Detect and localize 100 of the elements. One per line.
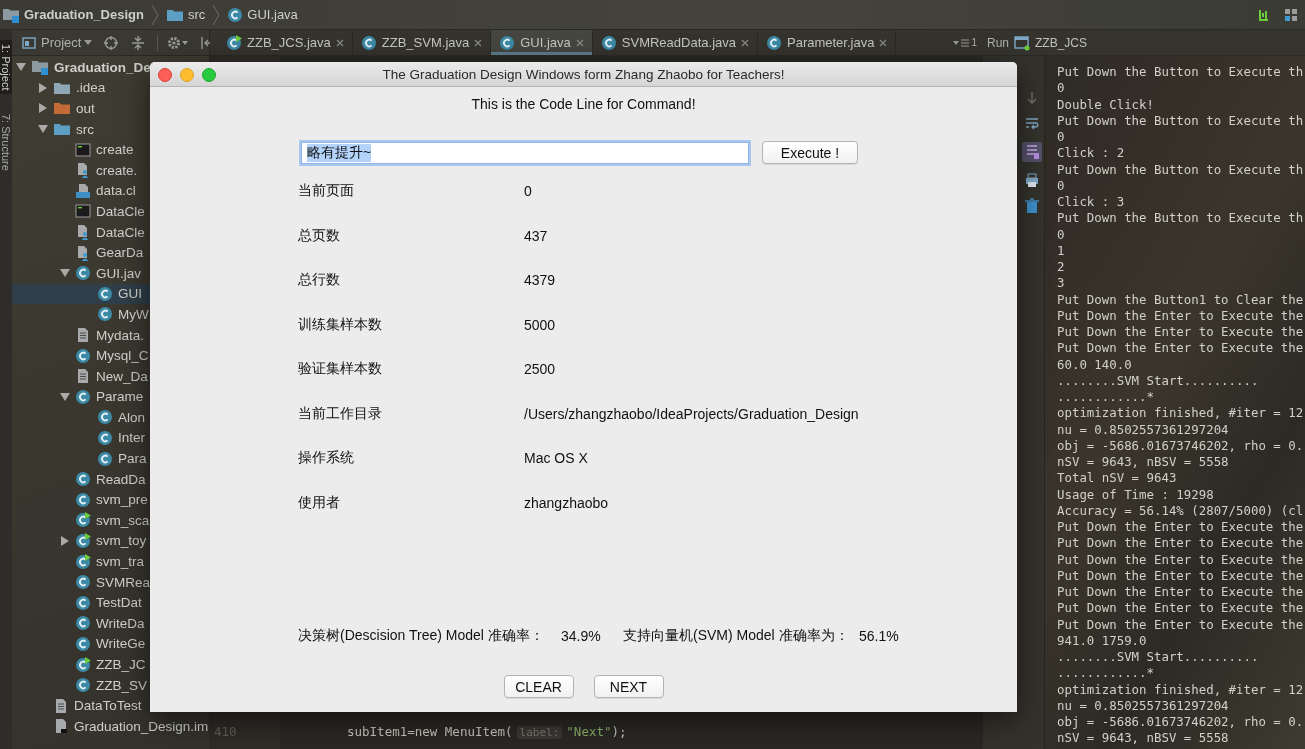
view-selector[interactable]: Project	[41, 35, 82, 50]
breadcrumb-item[interactable]: Graduation_Design	[24, 7, 144, 22]
tool-window-tab[interactable]: 7: Structure	[0, 110, 12, 176]
tree-row[interactable]: svm_sca	[12, 510, 209, 531]
console-line: nSV = 9643, nBSV = 5558	[1057, 730, 1229, 747]
console-line: Put Down the Button to Execute th	[1057, 210, 1304, 227]
class-icon	[97, 409, 113, 426]
tree-row[interactable]: Graduation_De	[12, 57, 209, 78]
run-config-tab[interactable]: ZZB_JCS	[1035, 35, 1088, 50]
minimize-button[interactable]	[180, 68, 194, 82]
module-icon	[31, 59, 49, 76]
tree-row[interactable]: WriteGe	[12, 633, 209, 655]
tree-row[interactable]: svm_toy	[12, 530, 209, 552]
tree-row[interactable]: DataToTest	[12, 695, 209, 716]
command-field[interactable]: 略有提升~	[301, 141, 749, 164]
class-icon	[97, 285, 113, 302]
console-line: Put Down the Enter to Execute the	[1057, 340, 1304, 357]
class-icon	[97, 430, 113, 446]
class-icon	[499, 34, 516, 51]
tree-row[interactable]: GUI.jav	[12, 262, 209, 284]
console-line: 3	[1057, 275, 1065, 292]
class-icon	[227, 6, 244, 23]
trash-icon	[1023, 198, 1040, 214]
tree-row[interactable]: Mydata.	[12, 324, 209, 346]
info-value: 4379	[524, 272, 556, 288]
tab-overflow-button[interactable]: 1	[953, 30, 983, 55]
console-icon	[75, 141, 91, 158]
runnable-class-icon	[226, 34, 242, 51]
text-file-icon	[53, 697, 69, 714]
tree-row[interactable]: Para	[12, 448, 209, 469]
accuracy-value: 56.1%	[859, 628, 899, 644]
tree-row[interactable]: out	[12, 98, 209, 119]
console-line: Put Down the Enter to Execute the	[1057, 535, 1304, 552]
editor-tab[interactable]: Parameter.java	[758, 30, 897, 55]
class-icon	[75, 471, 91, 488]
tree-row[interactable]: .idea	[12, 77, 209, 99]
tree-row[interactable]: data.cl	[12, 180, 209, 202]
execute-button[interactable]: Execute !	[762, 141, 858, 164]
tree-row[interactable]: Graduation_Design.im	[12, 716, 209, 737]
console-line: 0	[1057, 177, 1065, 194]
tree-row[interactable]: SVMRea	[12, 571, 209, 593]
console-line: Put Down the Button1 to Clear the	[1057, 291, 1304, 308]
info-label: 总行数	[298, 271, 341, 289]
editor-tab[interactable]: SVMReadData.java	[592, 30, 758, 55]
breadcrumb-item[interactable]: src	[187, 7, 206, 22]
tree-row[interactable]: src	[12, 118, 209, 140]
binary-file-icon	[75, 182, 91, 199]
tree-row[interactable]: DataCle	[12, 221, 209, 243]
console-line: Put Down the Enter to Execute the	[1057, 307, 1304, 324]
console-line: 0	[1057, 80, 1065, 97]
tree-row[interactable]: svm_tra	[12, 551, 209, 572]
tree-row[interactable]: ZZB_SV	[12, 674, 209, 696]
console-line: obj = -5686.01673746202, rho = 0.	[1057, 437, 1304, 454]
class-icon	[75, 574, 91, 591]
close-icon	[474, 38, 483, 47]
tree-row[interactable]: create	[12, 139, 209, 160]
accuracy-label: 决策树(Descision Tree) Model 准确率：	[298, 627, 545, 645]
console-line: ............*	[1057, 665, 1154, 682]
runnable-class-icon	[75, 553, 91, 570]
close-button[interactable]	[158, 68, 172, 82]
tree-row[interactable]: WriteDa	[12, 613, 209, 634]
console-line: optimization finished, #iter = 12	[1057, 681, 1304, 698]
dialog-button[interactable]: CLEAR	[503, 675, 574, 698]
settings-icon	[157, 34, 189, 51]
tree-row[interactable]: Parame	[12, 386, 209, 408]
tool-window-tab[interactable]: 1: Project	[0, 40, 12, 95]
tree-row[interactable]: Inter	[12, 427, 209, 449]
info-value: /Users/zhangzhaobo/IdeaProjects/Graduation_Design	[524, 405, 859, 422]
tree-row[interactable]: TestDat	[12, 592, 209, 614]
editor-tab[interactable]: ZZB_JCS.java	[218, 30, 353, 55]
tree-row[interactable]: ZZB_JC	[12, 654, 209, 675]
collapse-icon	[130, 34, 147, 51]
tree-row[interactable]: DataCle	[12, 201, 209, 222]
module-icon	[2, 6, 20, 23]
console-line: Usage of Time : 19298	[1057, 486, 1214, 503]
tree-row[interactable]: Alon	[12, 407, 209, 428]
info-value: zhangzhaobo	[524, 494, 609, 511]
accuracy-label: 支持向量机(SVM) Model 准确率为：	[623, 627, 850, 645]
document-icon	[53, 718, 69, 735]
editor-tab[interactable]: GUI.java	[491, 30, 593, 55]
runnable-class-icon	[75, 656, 91, 673]
console-line: Accuracy = 56.14% (2807/5000) (cl	[1057, 502, 1304, 519]
window-title: The Graduation Design Windows form Zhang Zhaobo for Teachers!	[382, 66, 785, 82]
tree-row[interactable]: ReadDa	[12, 468, 209, 490]
document-icon	[75, 224, 91, 241]
breadcrumb-item[interactable]: GUI.java	[247, 7, 298, 22]
tree-row[interactable]: New_Da	[12, 365, 209, 387]
tree-row[interactable]: Mysql_C	[12, 345, 209, 366]
tree-row[interactable]: create.	[12, 159, 209, 181]
tree-row[interactable]: GearDa	[12, 242, 209, 263]
zoom-button[interactable]	[202, 68, 216, 82]
heading: This is the Code Line for Command!	[470, 95, 697, 113]
console-line: 2	[1057, 259, 1065, 276]
dialog-button[interactable]: NEXT	[593, 675, 664, 698]
close-icon	[741, 38, 749, 47]
tree-row[interactable]: svm_pre	[12, 489, 209, 511]
console-line: Total nSV = 9643	[1057, 470, 1177, 487]
tree-row[interactable]: MyW	[12, 304, 209, 325]
console-line: 60.0 140.0	[1057, 356, 1132, 373]
console-line: Put Down the Button to Execute th	[1057, 161, 1304, 178]
